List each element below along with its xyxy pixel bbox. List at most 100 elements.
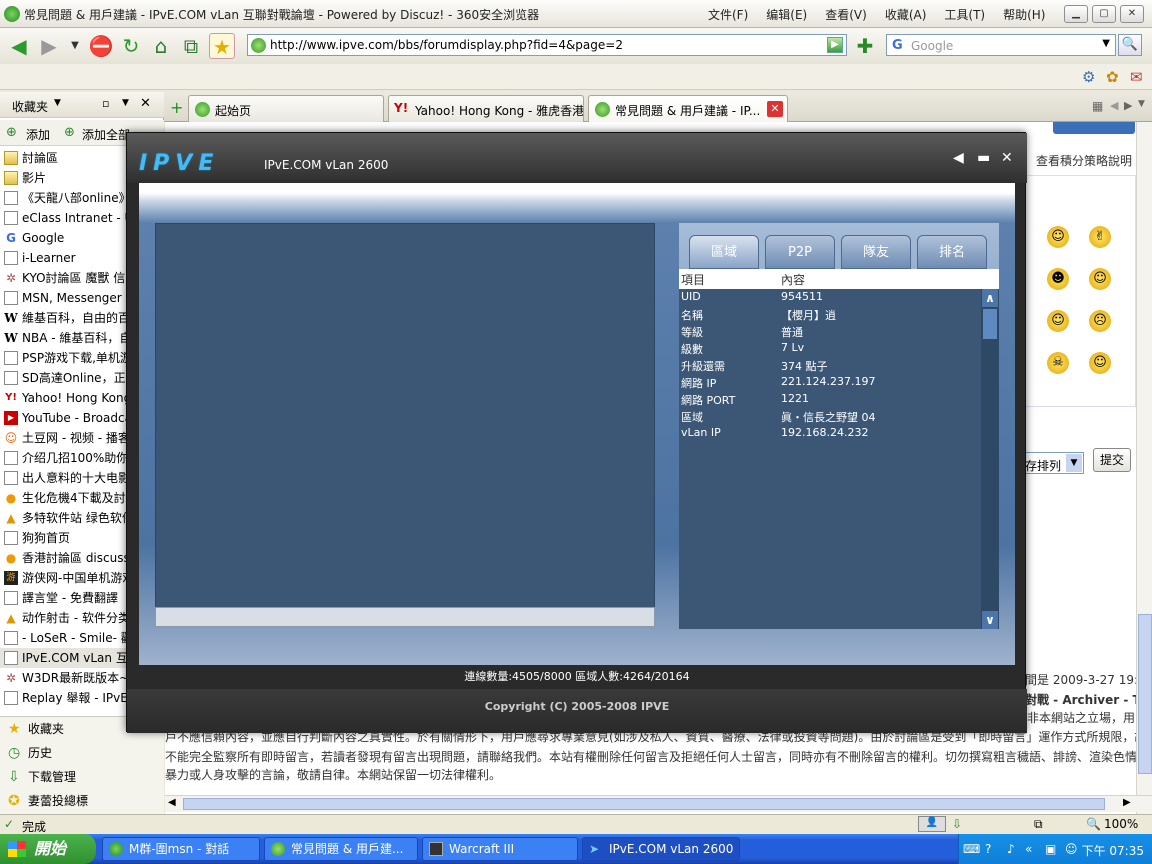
ipve-minimize-icon[interactable]: ▬ [977,150,990,166]
tab-menu-icon[interactable]: ▼ [1138,99,1145,109]
smiley-icon[interactable]: ☠ [1047,352,1069,374]
stop-icon[interactable]: ⛔ [88,33,114,59]
archiver-link[interactable]: 對戰 - Archiver - TO [1025,691,1151,708]
network-icon[interactable]: ▣ [1045,842,1056,856]
chat-area[interactable] [155,223,655,609]
new-window-icon[interactable]: ⧉ [178,33,204,59]
smiley-icon[interactable]: ☺ [1089,352,1111,374]
smiley-icon[interactable]: ✌ [1089,226,1111,248]
menu-favorites[interactable]: 收藏(A) [885,6,927,23]
sidebar-history-tab[interactable]: ◷ 历史 [0,741,164,765]
tab-region[interactable]: 區域 [689,235,759,269]
horizontal-scrollbar[interactable]: ◀ ▶ [165,795,1152,812]
info-scrollbar[interactable]: ∧ ∨ [981,289,999,629]
sidebar-dropdown-icon[interactable]: ▼ [54,98,61,108]
sort-select[interactable]: 存排列 ▼ [1018,452,1084,474]
close-window-button[interactable]: ✕ [1120,5,1144,23]
new-tab-icon[interactable]: + [170,98,183,117]
msn-tray-icon[interactable]: ☺ [1065,842,1078,856]
zoom-icon[interactable]: 🔍 [1086,817,1101,831]
maximize-button[interactable]: ▢ [1092,5,1116,23]
scroll-right-icon[interactable]: ▶ [1123,797,1131,808]
ipve-window-title: IPvE.COM vLan 2600 [264,158,389,172]
taskbar-warcraft[interactable]: Warcraft III [422,837,578,861]
refresh-icon[interactable]: ↻ [118,33,144,59]
address-bar[interactable]: http://www.ipve.com/bbs/forumdisplay.php… [247,34,847,56]
credit-policy-link[interactable]: 查看積分策略說明 [1036,152,1132,169]
scrollbar-thumb[interactable] [983,309,997,339]
submit-button[interactable]: 提交 [1093,448,1131,472]
taskbar-browser[interactable]: 常見問題 & 用戶建... [264,837,418,861]
forward-dropdown-icon[interactable]: ▼ [62,33,88,59]
user-icon[interactable]: 👤 [918,816,946,832]
star-icon: ✪ [8,793,20,809]
ipve-title-bar[interactable]: IPVE IPvE.COM vLan 2600 ◀ ▬ ✕ [127,133,1027,183]
status-text: 完成 [22,820,47,834]
keyboard-icon[interactable]: ⌨ [963,842,980,856]
sidebar-title[interactable]: 收藏夹 [12,98,48,115]
taskbar-ipve[interactable]: ➤ IPvE.COM vLan 2600 [582,837,740,861]
help-icon[interactable]: ? [985,842,991,856]
add-favorite-button[interactable]: 添加 [26,126,50,143]
ipve-back-icon[interactable]: ◀ [953,150,964,166]
smiley-icon[interactable]: ☺ [1089,268,1111,290]
ipve-close-icon[interactable]: ✕ [1001,150,1013,166]
home-icon[interactable]: ⌂ [148,33,174,59]
tab-list-icon[interactable]: ▦ [1092,99,1103,113]
scroll-up-icon[interactable]: ∧ [982,289,998,307]
menu-edit[interactable]: 编辑(E) [766,6,807,23]
speaker-icon[interactable]: ♪ [1007,842,1015,856]
title-bar: 常見問題 & 用戶建議 - IPvE.COM vLan 互聯對戰論壇 - Pow… [0,0,1152,28]
scrollbar-thumb[interactable] [1138,614,1152,774]
menu-file[interactable]: 文件(F) [708,6,748,23]
page-tools-icon[interactable]: ⧉ [1034,817,1043,832]
smiley-icon[interactable]: ☹ [1089,310,1111,332]
minimize-button[interactable]: ▁ [1064,5,1088,23]
favorite-star-icon[interactable]: ★ [209,33,235,59]
search-placeholder[interactable]: Google [911,39,953,53]
security-shield-icon[interactable]: ✚ [852,33,878,59]
tab-yahoo[interactable]: Y! Yahoo! Hong Kong - 雅虎香港 [388,95,584,122]
scroll-left-icon[interactable]: ◀ [168,797,176,808]
tab-scroll-right-icon[interactable]: ▶ [1124,99,1132,112]
tab-ipve-forum[interactable]: 常見問題 & 用戶建議 - IP... ✕ [588,95,788,122]
sidebar-close-icon[interactable]: ✕ [140,96,151,111]
tab-p2p[interactable]: P2P [765,235,835,269]
start-button[interactable]: 開始 [0,834,96,864]
tab-teammates[interactable]: 隊友 [841,235,911,269]
sidebar-menu-icon[interactable]: ▼ [122,98,129,108]
sidebar-pin-icon[interactable]: ▫ [102,97,109,110]
menu-view[interactable]: 查看(V) [825,6,867,23]
taskbar-msn[interactable]: M群-圍msn - 對話 [102,837,260,861]
plugin-icon[interactable]: ✿ [1106,68,1119,86]
tab-start-page[interactable]: 起始页 [188,95,384,122]
close-tab-icon[interactable]: ✕ [767,101,783,117]
add-all-button[interactable]: 添加全部 [82,126,130,143]
sidebar-extra-tab[interactable]: ✪ 妻蕾投總標 [0,789,164,813]
scroll-down-icon[interactable]: ∨ [982,611,998,629]
scrollbar-thumb[interactable] [183,798,1105,810]
chat-input[interactable] [155,607,655,627]
smiley-icon[interactable]: ☻ [1047,268,1069,290]
back-icon[interactable]: ◀ [6,33,32,59]
download-icon[interactable]: ⇩ [952,817,962,831]
search-box[interactable]: G Google ▼ [886,34,1116,56]
menu-help[interactable]: 帮助(H) [1003,6,1045,23]
tab-scroll-left-icon[interactable]: ◀ [1110,99,1118,112]
tab-ranking[interactable]: 排名 [917,235,987,269]
menu-tools[interactable]: 工具(T) [944,6,985,23]
settings-gear-icon[interactable]: ⚙ [1082,68,1095,86]
page-button[interactable] [1053,122,1135,134]
go-icon[interactable]: ▶ [827,37,843,53]
vertical-scrollbar[interactable] [1136,122,1152,814]
smiley-icon[interactable]: ☺ [1047,310,1069,332]
search-engine-dropdown-icon[interactable]: ▼ [1102,38,1110,49]
tools-icon[interactable]: ✉ [1130,68,1143,86]
address-url[interactable]: http://www.ipve.com/bbs/forumdisplay.php… [270,38,623,52]
zoom-level[interactable]: 100% [1104,817,1138,831]
smiley-icon[interactable]: ☺ [1047,226,1069,248]
forward-icon[interactable]: ▶ [36,33,62,59]
sidebar-downloads-tab[interactable]: ⇩ 下载管理 [0,765,164,789]
search-button[interactable]: 🔍 [1118,34,1142,56]
tray-expand-icon[interactable]: « [1025,842,1032,856]
